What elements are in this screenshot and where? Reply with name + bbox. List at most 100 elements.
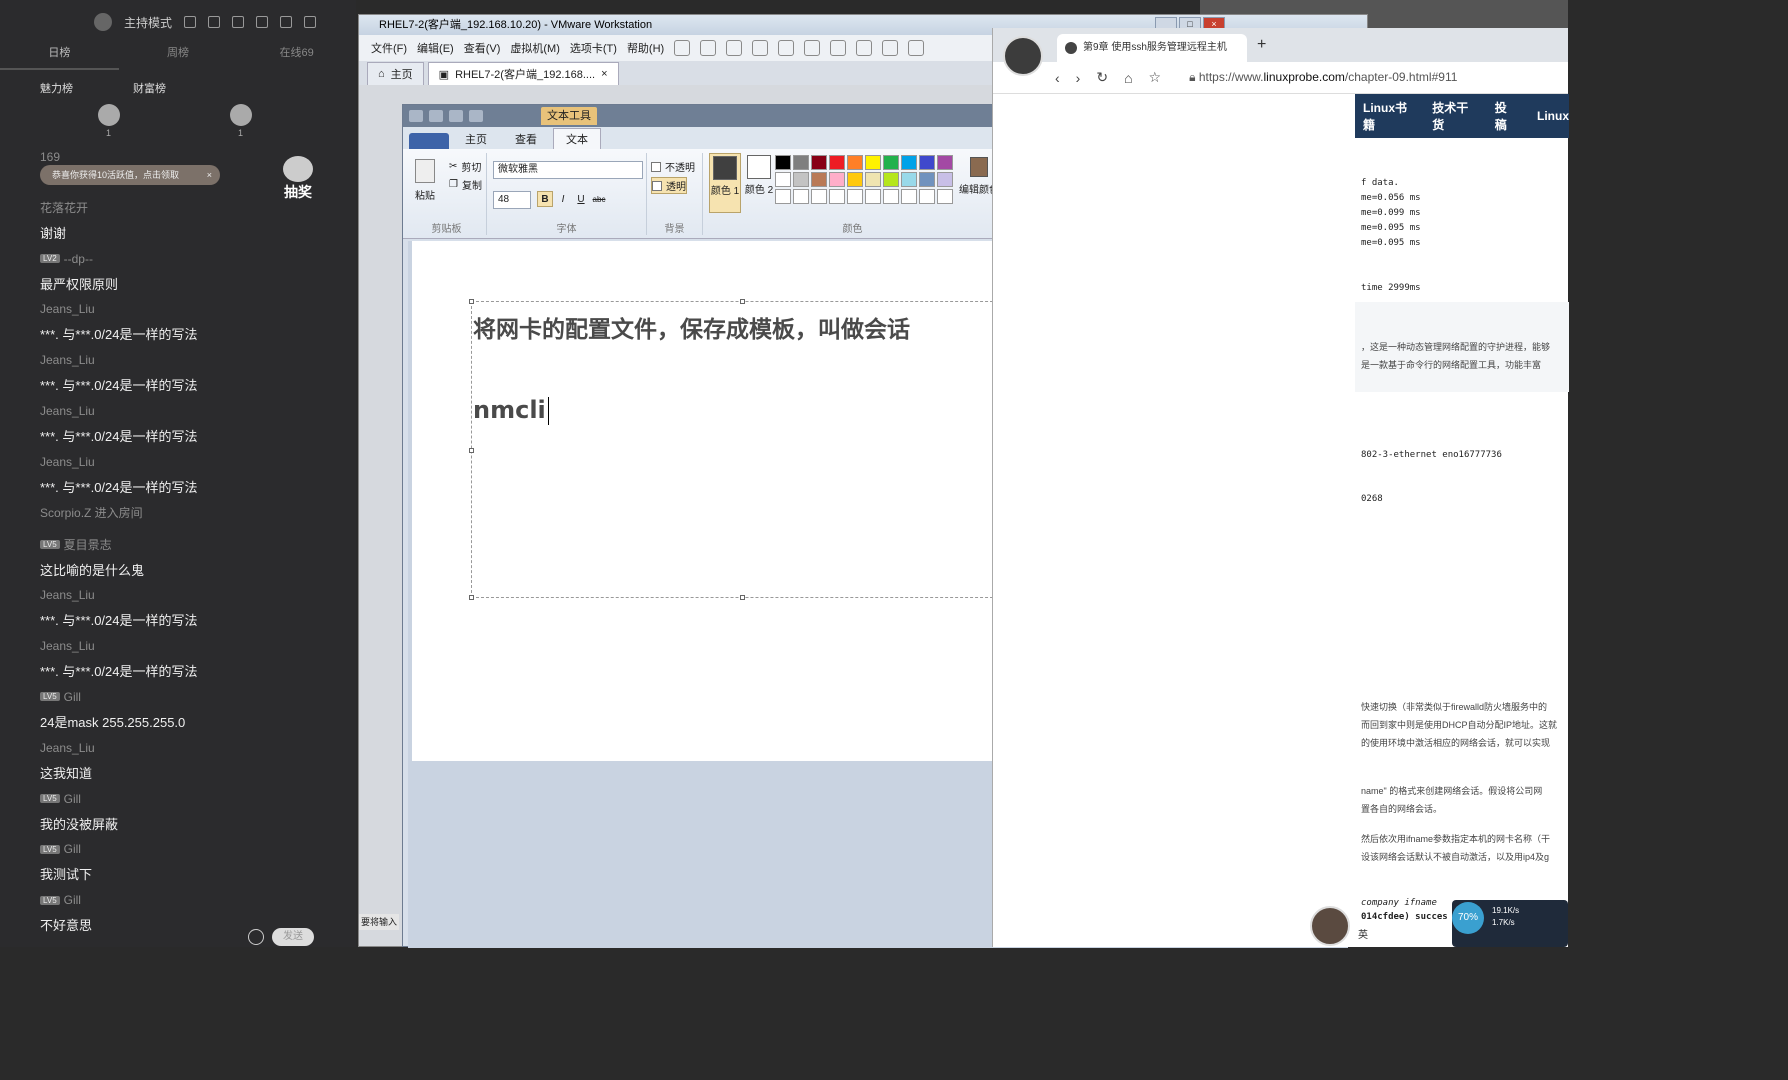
- text-box[interactable]: 将网卡的配置文件，保存成模板，叫做会话 nmcli: [469, 299, 1015, 600]
- palette-swatch[interactable]: [937, 172, 953, 187]
- resize-handle[interactable]: [740, 595, 745, 600]
- chat-username[interactable]: LV5 Gill: [40, 840, 346, 858]
- palette-swatch[interactable]: [865, 172, 881, 187]
- copy-button[interactable]: ❐ 复制: [449, 177, 482, 192]
- paste-button[interactable]: 粘贴: [415, 159, 435, 202]
- opaque-button[interactable]: 不透明: [651, 159, 695, 174]
- fullscreen-icon[interactable]: [856, 40, 873, 56]
- transparent-button[interactable]: 透明: [651, 177, 687, 194]
- tab-online[interactable]: 在线69: [237, 44, 356, 70]
- browser-tab[interactable]: 第9章 使用ssh服务管理远程主机: [1057, 34, 1247, 62]
- emoji-icon[interactable]: [248, 929, 264, 945]
- tab-view[interactable]: 查看: [503, 129, 549, 149]
- home-icon[interactable]: ⌂: [1124, 70, 1132, 86]
- palette-swatch[interactable]: [901, 155, 917, 170]
- new-tab-icon[interactable]: +: [1257, 36, 1266, 54]
- send-button[interactable]: 发送: [272, 928, 314, 946]
- palette-swatch[interactable]: [865, 155, 881, 170]
- canvas-text-line[interactable]: nmcli: [473, 396, 549, 425]
- chat-username[interactable]: LV5 Gill: [40, 688, 346, 706]
- font-size-select[interactable]: 48: [493, 191, 531, 209]
- chat-username[interactable]: Jeans_Liu: [40, 453, 346, 471]
- palette-swatch[interactable]: [937, 155, 953, 170]
- palette-swatch[interactable]: [775, 155, 791, 170]
- tab-text[interactable]: 文本: [553, 128, 601, 149]
- palette-swatch[interactable]: [847, 155, 863, 170]
- chat-username[interactable]: Jeans_Liu: [40, 586, 346, 604]
- palette-swatch[interactable]: [847, 172, 863, 187]
- tab-close-icon[interactable]: ×: [601, 68, 607, 80]
- palette-swatch[interactable]: [901, 189, 917, 204]
- chat-username[interactable]: Jeans_Liu: [40, 351, 346, 369]
- palette-swatch[interactable]: [793, 189, 809, 204]
- color2-button[interactable]: 颜色 2: [743, 153, 775, 213]
- palette-swatch[interactable]: [937, 189, 953, 204]
- strikethrough-button[interactable]: abc: [591, 191, 607, 207]
- minimize-icon[interactable]: [256, 16, 268, 28]
- thumbnail-icon[interactable]: [830, 40, 847, 56]
- rank-avatar[interactable]: 1: [98, 104, 120, 138]
- italic-button[interactable]: I: [555, 191, 571, 207]
- palette-swatch[interactable]: [793, 155, 809, 170]
- close-icon[interactable]: [304, 16, 316, 28]
- palette-swatch[interactable]: [883, 172, 899, 187]
- palette-swatch[interactable]: [829, 189, 845, 204]
- chat-username[interactable]: Jeans_Liu: [40, 402, 346, 420]
- chat-username[interactable]: LV5 Gill: [40, 790, 346, 808]
- palette-swatch[interactable]: [847, 189, 863, 204]
- palette-swatch[interactable]: [829, 155, 845, 170]
- palette-swatch[interactable]: [793, 172, 809, 187]
- palette-swatch[interactable]: [919, 189, 935, 204]
- pause-icon[interactable]: [674, 40, 691, 56]
- palette-swatch[interactable]: [883, 155, 899, 170]
- tab-vm[interactable]: ▣ RHEL7-2(客户端_192.168.... ×: [427, 62, 619, 85]
- menu-vm[interactable]: 虚拟机(M): [510, 40, 560, 56]
- site-nav-link[interactable]: Linux: [1537, 109, 1569, 123]
- menu-edit[interactable]: 编辑(E): [417, 40, 454, 56]
- palette-swatch[interactable]: [811, 189, 827, 204]
- tab-home[interactable]: 主页: [453, 129, 499, 149]
- undo-icon[interactable]: [449, 110, 463, 122]
- save-icon[interactable]: [429, 110, 443, 122]
- tab-daily[interactable]: 日榜: [0, 44, 119, 70]
- address-bar[interactable]: 🔒︎ https://www.linuxprobe.com/chapter-09…: [1189, 70, 1457, 85]
- rank-charm-label[interactable]: 魅力榜: [40, 80, 73, 96]
- reload-icon[interactable]: ↻: [1096, 69, 1108, 86]
- console-icon[interactable]: [908, 40, 925, 56]
- snapshot-manager-icon[interactable]: [778, 40, 795, 56]
- resize-handle[interactable]: [469, 448, 474, 453]
- unity-icon[interactable]: [882, 40, 899, 56]
- site-nav-link[interactable]: Linux书籍: [1363, 99, 1410, 133]
- chat-username[interactable]: Jeans_Liu: [40, 637, 346, 655]
- bold-button[interactable]: B: [537, 191, 553, 207]
- forward-icon[interactable]: ›: [1076, 70, 1081, 86]
- lottery-button[interactable]: 抽奖: [280, 156, 316, 200]
- site-nav-link[interactable]: 技术干货: [1432, 99, 1473, 133]
- send-keys-icon[interactable]: [700, 40, 717, 56]
- color1-button[interactable]: 颜色 1: [709, 153, 741, 213]
- palette-swatch[interactable]: [919, 155, 935, 170]
- settings-icon[interactable]: [184, 16, 196, 28]
- palette-swatch[interactable]: [919, 172, 935, 187]
- palette-swatch[interactable]: [883, 189, 899, 204]
- file-menu-button[interactable]: [409, 133, 449, 149]
- resize-handle[interactable]: [469, 595, 474, 600]
- maximize-icon[interactable]: [280, 16, 292, 28]
- revert-snapshot-icon[interactable]: [752, 40, 769, 56]
- palette-swatch[interactable]: [865, 189, 881, 204]
- menu-icon[interactable]: [232, 16, 244, 28]
- chat-username[interactable]: LV2 --dp--: [40, 250, 346, 268]
- canvas-text-line[interactable]: 将网卡的配置文件，保存成模板，叫做会话: [473, 310, 910, 344]
- resize-handle[interactable]: [469, 299, 474, 304]
- reward-toast[interactable]: 恭喜你获得10活跃值，点击领取 ×: [40, 165, 220, 185]
- palette-swatch[interactable]: [775, 172, 791, 187]
- chat-username[interactable]: Jeans_Liu: [40, 739, 346, 757]
- ime-indicator[interactable]: 英: [1352, 928, 1374, 944]
- palette-swatch[interactable]: [811, 155, 827, 170]
- tab-weekly[interactable]: 周榜: [119, 44, 238, 70]
- sidebar-toggle-icon[interactable]: [804, 40, 821, 56]
- palette-swatch[interactable]: [775, 189, 791, 204]
- site-nav-link[interactable]: 投稿: [1495, 99, 1515, 133]
- rank-avatar[interactable]: 1: [230, 104, 252, 138]
- font-family-select[interactable]: 微软雅黑: [493, 161, 643, 179]
